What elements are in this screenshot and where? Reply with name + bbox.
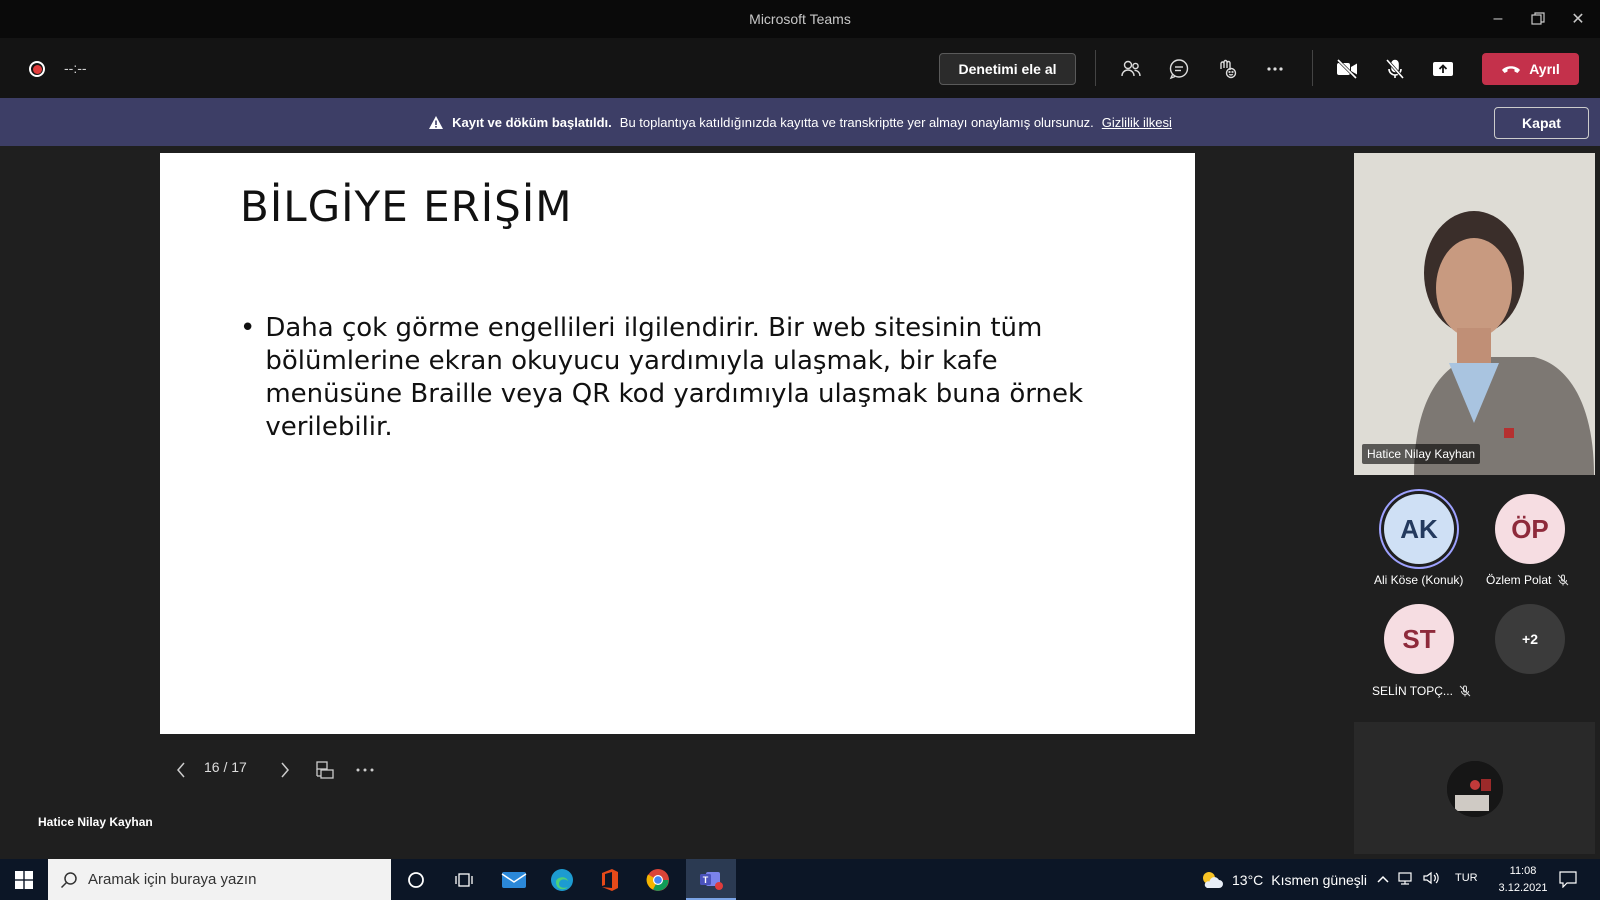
recording-icon: [29, 61, 45, 77]
privacy-policy-link[interactable]: Gizlilik ilkesi: [1102, 115, 1172, 130]
hang-up-icon: [1502, 66, 1521, 73]
participant-name: Özlem Polat: [1486, 573, 1569, 587]
muted-mic-icon: [1459, 685, 1471, 697]
weather-temperature: 13°C: [1232, 871, 1264, 888]
warning-icon: [429, 115, 444, 129]
chrome-icon[interactable]: [634, 859, 682, 900]
presenter-name: Hatice Nilay Kayhan: [38, 815, 153, 829]
next-slide-icon[interactable]: [274, 757, 296, 783]
windows-start-icon[interactable]: [0, 859, 48, 900]
taskbar-search-input[interactable]: Aramak için buraya yazın: [48, 859, 391, 900]
participant-name-text: SELİN TOPÇ...: [1372, 684, 1453, 698]
close-banner-button[interactable]: Kapat: [1494, 107, 1589, 139]
participant-avatar[interactable]: ST: [1384, 604, 1454, 674]
weather-description: Kısmen güneşli: [1271, 871, 1367, 888]
toolbar-divider: [1312, 50, 1313, 86]
office-icon[interactable]: [586, 859, 634, 900]
leave-label: Ayrıl: [1529, 61, 1560, 77]
bullet-dot-icon: •: [240, 313, 256, 343]
participant-avatar[interactable]: AK: [1384, 494, 1454, 564]
camera-off-icon[interactable]: [1330, 53, 1364, 85]
participant-name-text: Ali Köse (Konuk): [1374, 573, 1464, 587]
clock-time: 11:08: [1509, 865, 1537, 877]
reactions-icon[interactable]: [1210, 53, 1244, 85]
search-placeholder: Aramak için buraya yazın: [88, 871, 257, 888]
cortana-icon[interactable]: [392, 859, 440, 900]
muted-mic-icon: [1558, 574, 1569, 586]
slide-sorter-icon[interactable]: [312, 757, 338, 783]
close-window-icon[interactable]: ✕: [1558, 0, 1598, 38]
presenter-video-image: [1354, 153, 1595, 475]
participant-name: SELİN TOPÇ...: [1372, 684, 1471, 698]
banner-text: Kayıt ve döküm başlatıldı. Bu toplantıya…: [0, 98, 1600, 146]
banner-bold-text: Kayıt ve döküm başlatıldı.: [452, 114, 612, 130]
slide-page-counter: 16 / 17: [204, 759, 247, 775]
participant-avatar[interactable]: ÖP: [1495, 494, 1565, 564]
slide-more-options-icon[interactable]: [352, 757, 378, 783]
slide-bullet-text: Daha çok görme engellileri ilgilendirir.…: [265, 313, 1084, 442]
chat-icon[interactable]: [1162, 53, 1196, 85]
meeting-timer: --:--: [64, 60, 87, 76]
mic-off-icon[interactable]: [1378, 53, 1412, 85]
weather-widget[interactable]: 13°C Kısmen güneşli: [1200, 859, 1367, 900]
chevron-up-icon[interactable]: [1376, 872, 1390, 890]
teams-taskbar-icon[interactable]: T: [686, 859, 736, 900]
clock-date: 3.12.2021: [1498, 882, 1548, 894]
participants-icon[interactable]: [1114, 53, 1148, 85]
minimize-icon[interactable]: –: [1478, 0, 1518, 38]
taskbar-clock[interactable]: 11:08 3.12.2021: [1488, 863, 1558, 897]
volume-icon[interactable]: [1422, 871, 1440, 890]
slide-title: BİLGİYE ERİŞİM: [240, 182, 573, 231]
share-screen-icon[interactable]: [1426, 53, 1460, 85]
banner-message: Bu toplantıya katıldığınızda kayıtta ve …: [619, 114, 1094, 130]
self-view-image: [1447, 761, 1503, 817]
notifications-icon[interactable]: [1558, 870, 1578, 893]
search-icon: [60, 871, 77, 888]
mail-icon[interactable]: [490, 859, 538, 900]
participant-name: Ali Köse (Konuk): [1374, 573, 1463, 587]
more-options-icon[interactable]: [1258, 53, 1292, 85]
network-icon[interactable]: [1398, 871, 1416, 890]
more-participants-button[interactable]: +2: [1495, 604, 1565, 674]
task-view-icon[interactable]: [440, 859, 488, 900]
edge-browser-icon[interactable]: [538, 859, 586, 900]
svg-text:T: T: [703, 875, 709, 885]
previous-slide-icon[interactable]: [170, 757, 192, 783]
input-language[interactable]: TUR: [1455, 872, 1478, 884]
participant-name-text: Özlem Polat: [1486, 573, 1552, 587]
app-title: Microsoft Teams: [749, 11, 851, 27]
take-control-button[interactable]: Denetimi ele al: [939, 53, 1076, 85]
video-participant-name: Hatice Nilay Kayhan: [1362, 444, 1481, 464]
presenter-video[interactable]: [1354, 153, 1595, 475]
slide-bullet: • Daha çok görme engellileri ilgilendiri…: [240, 312, 1100, 444]
partly-sunny-icon: [1203, 871, 1223, 888]
toolbar-divider: [1095, 50, 1096, 86]
leave-button[interactable]: Ayrıl: [1482, 53, 1579, 85]
restore-icon[interactable]: [1518, 0, 1558, 38]
self-view-video[interactable]: [1447, 761, 1503, 817]
